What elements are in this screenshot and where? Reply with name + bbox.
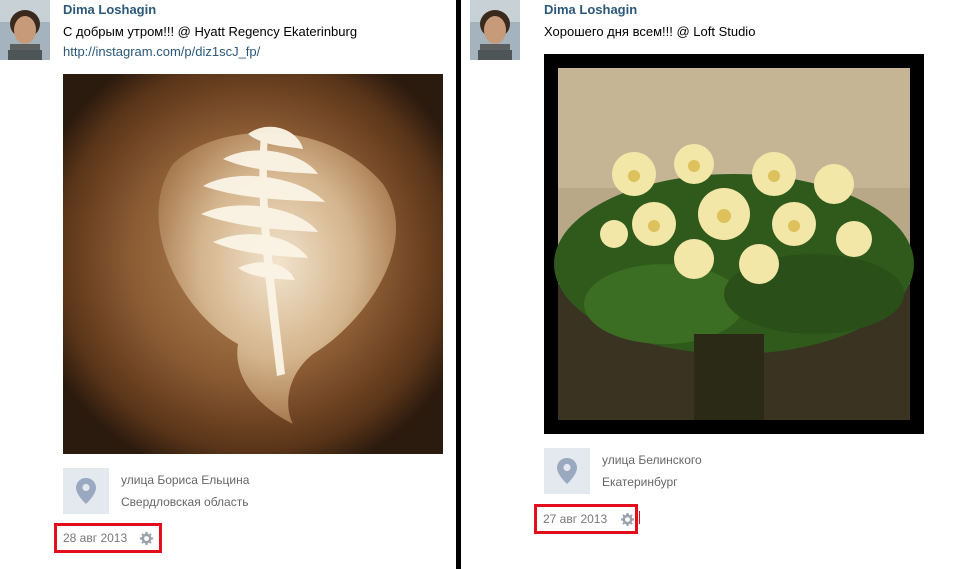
map-thumbnail[interactable] bbox=[544, 448, 590, 494]
wall-post-1: Dima Loshagin С добрым утром!!! @ Hyatt … bbox=[0, 0, 456, 569]
location-street[interactable]: улица Белинского bbox=[602, 453, 702, 467]
avatar[interactable] bbox=[0, 0, 50, 60]
map-thumbnail[interactable] bbox=[63, 468, 109, 514]
map-pin-icon bbox=[557, 458, 577, 484]
post-text: Хорошего дня всем!!! @ Loft Studio bbox=[544, 24, 756, 39]
text-cursor bbox=[639, 511, 640, 524]
gear-icon[interactable] bbox=[140, 532, 153, 550]
avatar[interactable] bbox=[470, 0, 520, 60]
gear-icon[interactable] bbox=[621, 513, 634, 531]
location-street[interactable]: улица Бориса Ельцина bbox=[121, 473, 249, 487]
post-date-highlight: 27 авг 2013 bbox=[534, 504, 638, 534]
author-name[interactable]: Dima Loshagin bbox=[63, 2, 156, 17]
post-photo[interactable] bbox=[63, 74, 443, 454]
author-name[interactable]: Dima Loshagin bbox=[544, 2, 637, 17]
wall-post-2: Dima Loshagin Хорошего дня всем!!! @ Lof… bbox=[461, 0, 960, 569]
post-text: С добрым утром!!! @ Hyatt Regency Ekater… bbox=[63, 24, 358, 39]
post-photo[interactable] bbox=[544, 54, 924, 434]
location-region: Свердловская область bbox=[121, 495, 249, 509]
map-pin-icon bbox=[76, 478, 96, 504]
instagram-link[interactable]: http://instagram.com/p/diz1scJ_fp/ bbox=[63, 44, 260, 59]
post-date-highlight: 28 авг 2013 bbox=[54, 523, 162, 553]
location-region: Екатеринбург bbox=[602, 475, 678, 489]
post-date[interactable]: 27 авг 2013 bbox=[543, 512, 607, 526]
post-date[interactable]: 28 авг 2013 bbox=[63, 531, 127, 545]
